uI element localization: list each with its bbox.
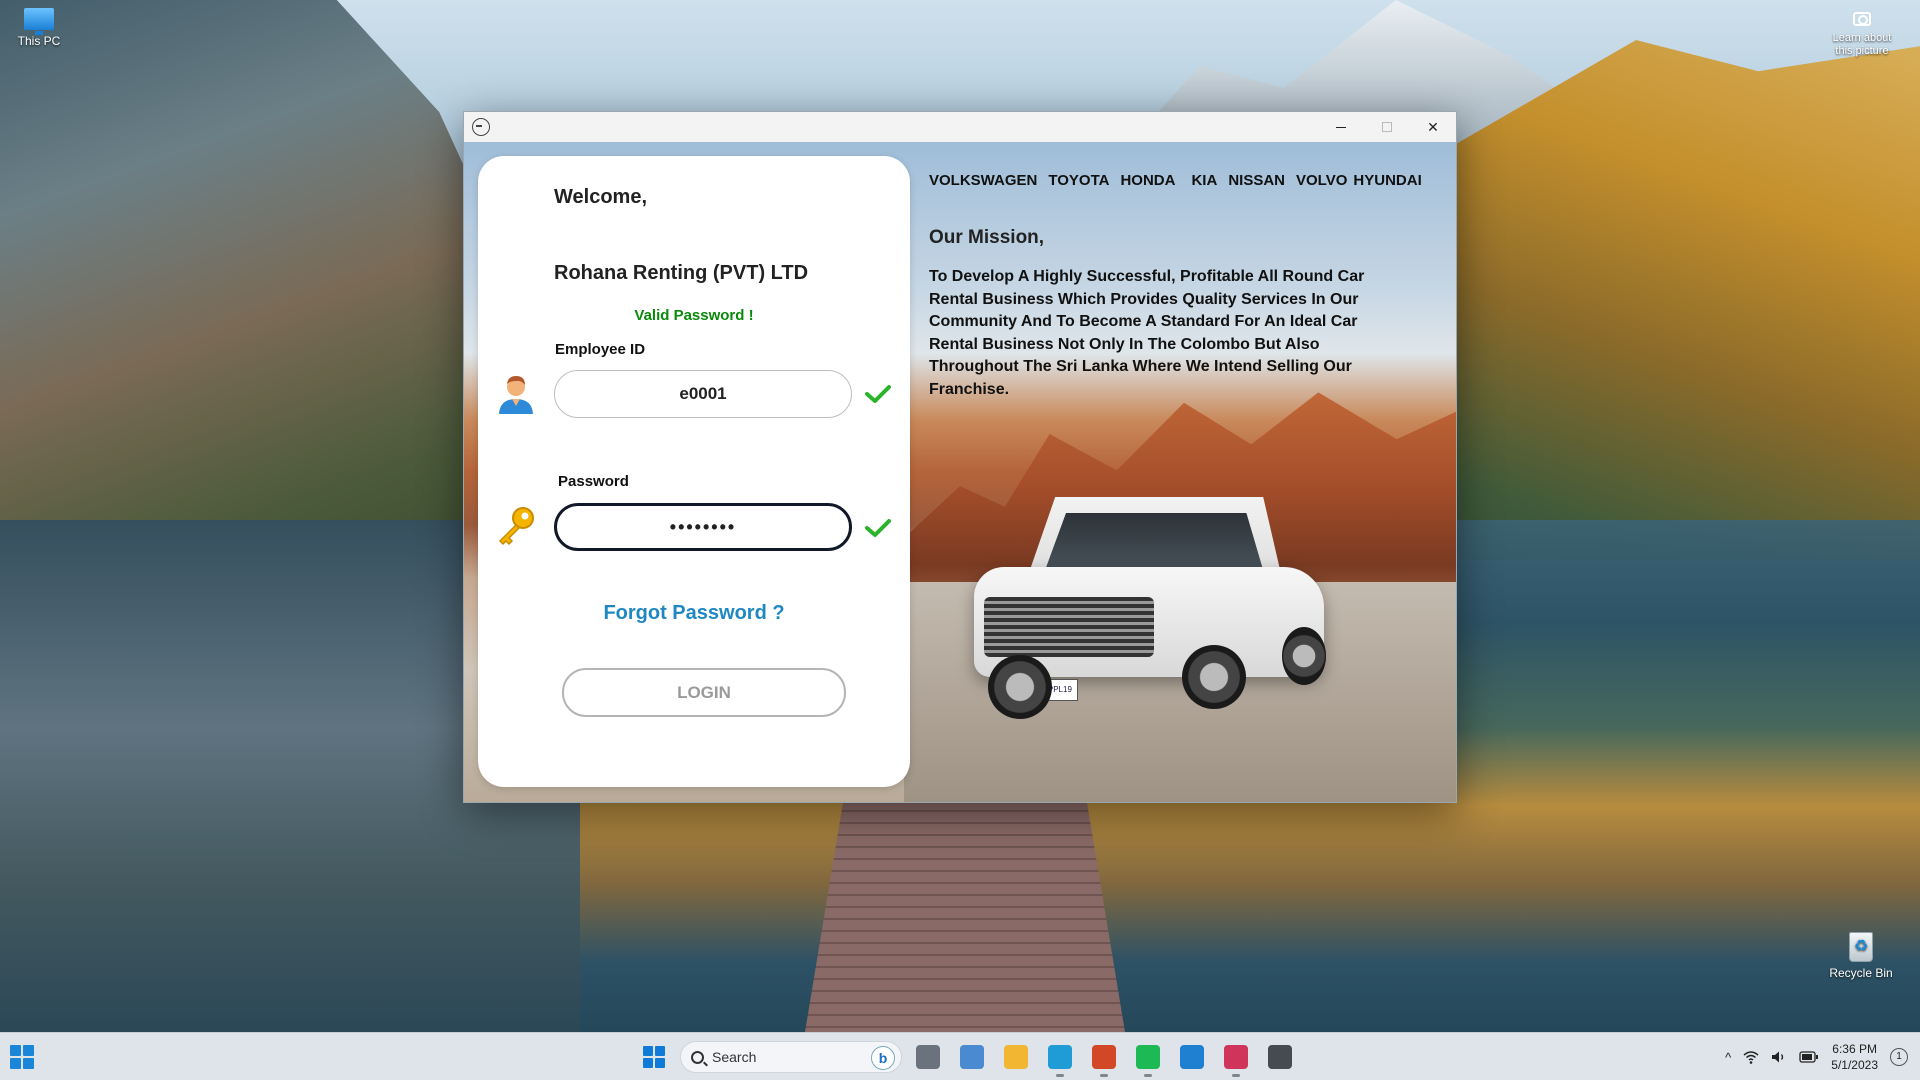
- window-controls: ✕: [1318, 112, 1456, 142]
- taskbar-apps: [908, 1037, 1300, 1077]
- search-placeholder: Search: [712, 1049, 757, 1065]
- desktop-icon-label: Recycle Bin: [1829, 966, 1893, 980]
- vscode-taskbar-button[interactable]: [1172, 1037, 1212, 1077]
- back-circle-icon: [472, 118, 490, 136]
- java-app-icon: [1268, 1045, 1292, 1069]
- login-card: Welcome, Rohana Renting (PVT) LTD Valid …: [478, 156, 910, 787]
- car-grille: [984, 597, 1154, 657]
- login-button[interactable]: LOGIN: [562, 668, 846, 717]
- close-icon: ✕: [1427, 118, 1439, 135]
- powerpoint-icon: [1092, 1045, 1116, 1069]
- computer-icon: [24, 8, 54, 35]
- volume-icon[interactable]: [1771, 1050, 1787, 1064]
- clock-date: 5/1/2023: [1831, 1058, 1878, 1072]
- key-icon: [498, 507, 534, 546]
- brand-item: VOLKSWAGEN: [929, 172, 1038, 189]
- recycle-bin-icon: ♻: [1849, 932, 1873, 962]
- taskbar-center: Search b: [634, 1037, 1300, 1077]
- minimize-button[interactable]: [1318, 112, 1364, 142]
- mission-statement: To Develop A Highly Successful, Profitab…: [929, 268, 1365, 398]
- learn-about-picture-label: Learn about this picture: [1832, 32, 1892, 57]
- intellij-icon: [1224, 1045, 1248, 1069]
- mission-title: Our Mission,: [929, 227, 1045, 248]
- widgets-button[interactable]: [10, 1045, 34, 1069]
- brand-item: TOYOTA: [1048, 172, 1110, 189]
- brand-item: KIA: [1191, 172, 1218, 189]
- task-manager-icon: [960, 1045, 984, 1069]
- wifi-icon[interactable]: [1743, 1050, 1759, 1064]
- notification-badge[interactable]: 1: [1890, 1048, 1908, 1066]
- task-view-icon: [916, 1045, 940, 1069]
- validation-message: Valid Password !: [634, 307, 754, 324]
- clock-time: 6:36 PM: [1832, 1042, 1877, 1056]
- maximize-button[interactable]: [1364, 112, 1410, 142]
- intellij-taskbar-button[interactable]: [1216, 1037, 1256, 1077]
- close-button[interactable]: ✕: [1410, 112, 1456, 142]
- java-app-taskbar-button[interactable]: [1260, 1037, 1300, 1077]
- desktop-icon-recycle-bin[interactable]: ♻ Recycle Bin: [1822, 932, 1900, 980]
- windows-logo-tile: [643, 1058, 653, 1068]
- minimize-icon: [1336, 126, 1346, 128]
- spotify-taskbar-button[interactable]: [1128, 1037, 1168, 1077]
- windows-logo-tile: [655, 1058, 665, 1068]
- app-window: ✕ 8EPPL19 Welcome, Rohana Renting (PVT) …: [463, 111, 1457, 803]
- spotify-icon: [1136, 1045, 1160, 1069]
- taskbar-search[interactable]: Search b: [680, 1041, 902, 1073]
- checkmark-icon: [865, 519, 891, 537]
- brand-item: NISSAN: [1228, 172, 1285, 189]
- suv-car-image: 8EPPL19: [964, 487, 1334, 719]
- file-explorer-icon: [1004, 1045, 1028, 1069]
- user-icon: [499, 376, 533, 414]
- welcome-heading: Welcome,: [554, 186, 647, 208]
- brand-item: HYUNDAI: [1353, 172, 1422, 189]
- password-input[interactable]: ••••••••: [554, 503, 852, 551]
- search-icon: [691, 1050, 704, 1064]
- car-rear-wheel: [1282, 627, 1326, 685]
- car-windshield: [1044, 513, 1264, 573]
- company-name: Rohana Renting (PVT) LTD: [554, 262, 809, 284]
- clock[interactable]: 6:36 PM 5/1/2023: [1831, 1041, 1878, 1073]
- car-front-wheel: [988, 655, 1052, 719]
- wallpaper-dock: [805, 800, 1125, 1032]
- employee-id-input[interactable]: e0001: [554, 370, 852, 418]
- checkmark-icon: [865, 385, 891, 403]
- brand-list: VOLKSWAGEN TOYOTA HONDA KIA NISSAN VOLVO…: [929, 172, 1422, 189]
- widget-tile: [10, 1045, 21, 1056]
- desktop-icon-label: This PC: [17, 34, 61, 48]
- maximize-icon: [1382, 122, 1392, 132]
- desktop-icon-this-pc[interactable]: This PC: [0, 8, 78, 48]
- task-view-taskbar-button[interactable]: [908, 1037, 948, 1077]
- learn-about-picture[interactable]: Learn about this picture: [1826, 12, 1898, 58]
- camera-icon: [1853, 12, 1871, 26]
- car-side-wheel: [1182, 645, 1246, 709]
- windows-logo-tile: [655, 1046, 665, 1056]
- employee-id-label: Employee ID: [555, 341, 646, 358]
- edge-icon: [1048, 1045, 1072, 1069]
- widget-tile: [23, 1045, 34, 1056]
- windows-logo-tile: [643, 1046, 653, 1056]
- powerpoint-taskbar-button[interactable]: [1084, 1037, 1124, 1077]
- task-manager-taskbar-button[interactable]: [952, 1037, 992, 1077]
- start-button[interactable]: [634, 1037, 674, 1077]
- brand-item: HONDA: [1120, 172, 1176, 189]
- file-explorer-taskbar-button[interactable]: [996, 1037, 1036, 1077]
- battery-icon[interactable]: [1799, 1051, 1819, 1063]
- window-client-area: 8EPPL19 Welcome, Rohana Renting (PVT) LT…: [464, 142, 1456, 802]
- vscode-icon: [1180, 1045, 1204, 1069]
- brand-item: VOLVO: [1296, 172, 1348, 189]
- forgot-password-link[interactable]: Forgot Password ?: [478, 602, 910, 625]
- bing-icon[interactable]: b: [871, 1046, 895, 1070]
- widget-tile: [10, 1058, 21, 1069]
- taskbar: Search b ^ 6:36 PM 5/1/2023 1: [0, 1032, 1920, 1080]
- show-hidden-icons-button[interactable]: ^: [1725, 1050, 1731, 1065]
- window-titlebar[interactable]: ✕: [464, 112, 1456, 142]
- system-tray: ^ 6:36 PM 5/1/2023 1: [1725, 1033, 1920, 1080]
- password-label: Password: [558, 473, 629, 490]
- edge-taskbar-button[interactable]: [1040, 1037, 1080, 1077]
- widget-tile: [23, 1058, 34, 1069]
